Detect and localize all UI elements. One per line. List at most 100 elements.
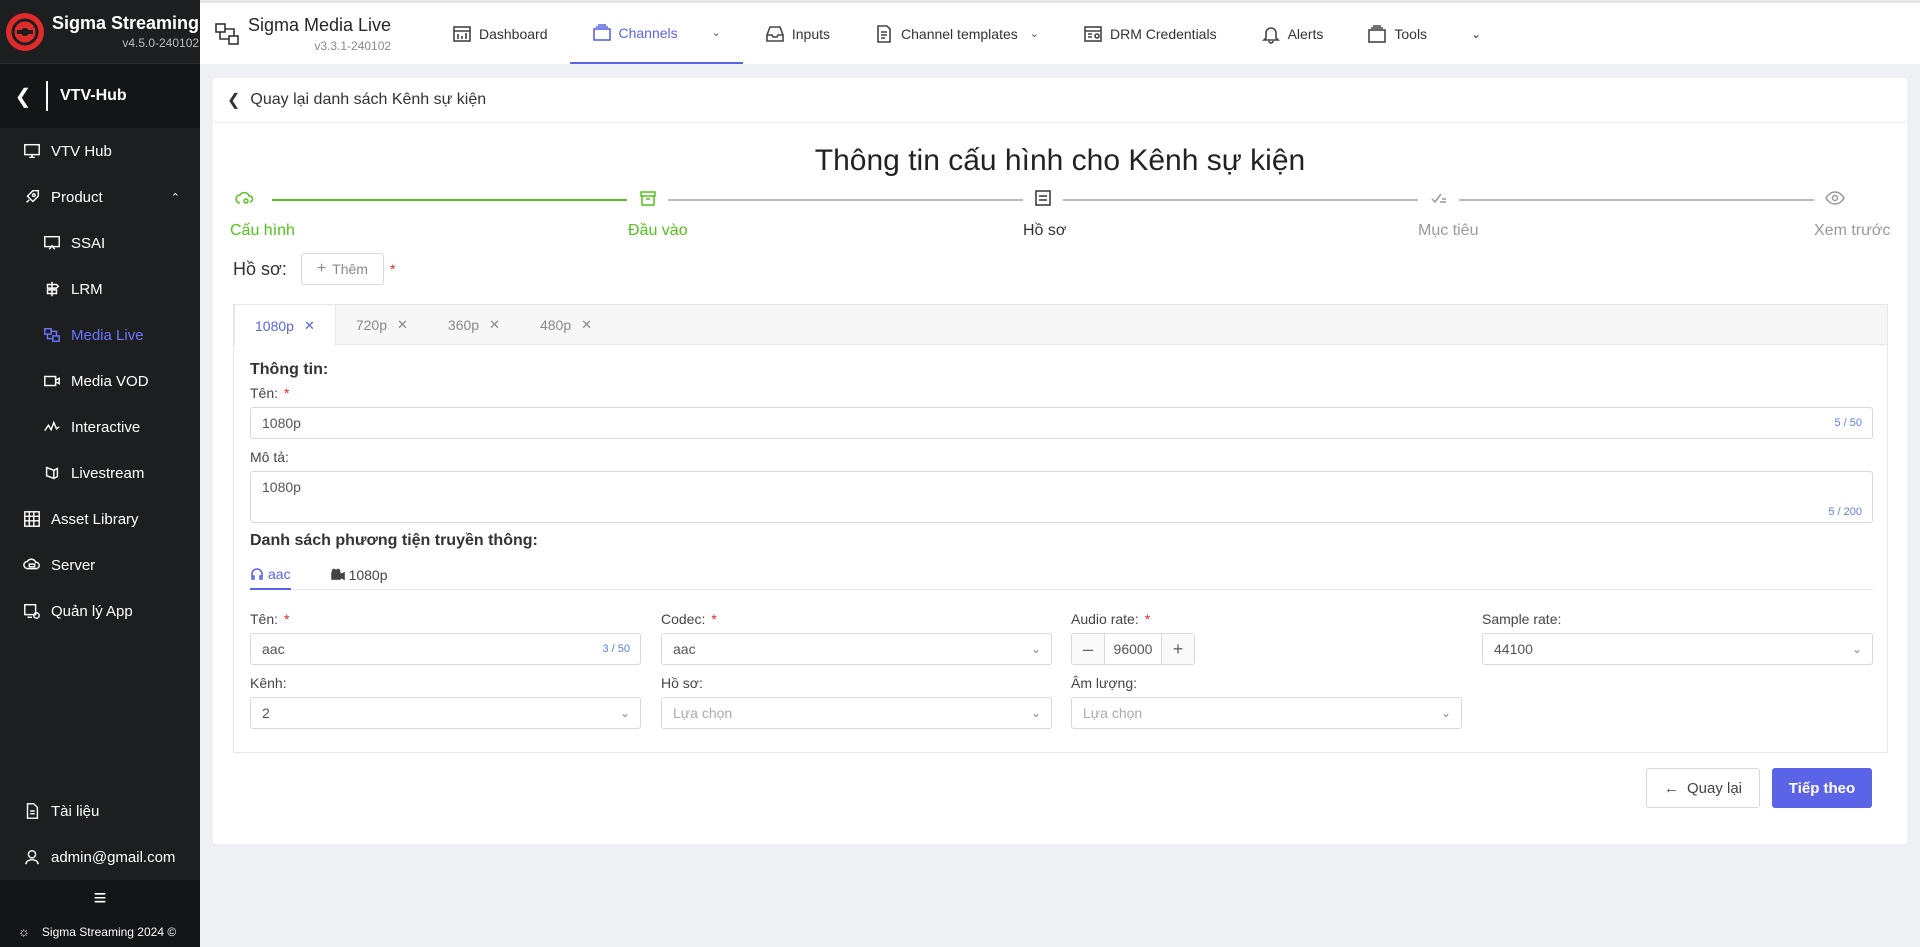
sidebar-item-interactive[interactable]: Interactive — [0, 404, 200, 450]
sidebar-item-asset-library[interactable]: Asset Library — [0, 496, 200, 542]
menu-tools[interactable]: Tools — [1345, 3, 1449, 64]
menu-channel-templates[interactable]: Channel templates ⌄ — [852, 3, 1061, 64]
sidebar-item-label: Product — [51, 188, 103, 206]
sidebar-item-vtv-hub[interactable]: VTV Hub — [0, 128, 200, 174]
grid-icon — [22, 509, 42, 529]
tab-360p[interactable]: 360p ✕ — [428, 305, 520, 345]
page-title: Thông tin cấu hình cho Kênh sự kiện — [814, 144, 1306, 177]
tab-aac[interactable]: aac — [250, 560, 291, 590]
brand-name: Sigma Streaming — [52, 13, 200, 33]
tab-video-1080p[interactable]: 1080p — [330, 560, 388, 590]
sidebar-bottom: Tài liệu admin@gmail.com — [0, 788, 200, 880]
menu-label: Tools — [1394, 25, 1428, 42]
menu-alerts[interactable]: Alerts — [1239, 3, 1346, 64]
rocket-icon — [22, 187, 42, 207]
channel-select[interactable]: 2 ⌄ — [250, 697, 641, 729]
audio-rate-stepper[interactable]: – 96000 + — [1071, 633, 1195, 665]
minus-button[interactable]: – — [1072, 634, 1104, 664]
step-connector — [272, 199, 627, 201]
sidebar-item-server[interactable]: Server — [0, 542, 200, 588]
step-label: Cấu hình — [230, 222, 295, 239]
audio-rate-value[interactable]: 96000 — [1104, 634, 1162, 664]
back-button[interactable]: ← Quay lại — [1646, 768, 1760, 808]
menu-label: Dashboard — [479, 25, 548, 42]
step-connector — [1063, 199, 1418, 201]
menu-more-dropdown[interactable]: ⌄ — [1449, 3, 1503, 64]
sample-rate-select[interactable]: 44100 ⌄ — [1482, 633, 1873, 665]
sidebar-item-lrm[interactable]: LRM — [0, 266, 200, 312]
sidebar-item-media-live[interactable]: Media Live — [0, 312, 200, 358]
sidebar-item-account[interactable]: admin@gmail.com — [0, 834, 200, 880]
collapse-menu-icon[interactable]: ≡ — [0, 880, 200, 916]
menu-inputs[interactable]: Inputs — [743, 3, 852, 64]
sidebar-item-label: admin@gmail.com — [51, 848, 176, 866]
sidebar-item-product[interactable]: Product ⌃ — [0, 174, 200, 220]
add-label: Thêm — [332, 261, 368, 277]
close-icon[interactable]: ✕ — [397, 317, 408, 333]
profile-select[interactable]: Lựa chọn ⌄ — [661, 697, 1052, 729]
back-chevron-icon[interactable]: ❮ — [0, 84, 46, 109]
description-textarea[interactable]: 1080p 5 / 200 — [250, 471, 1873, 523]
sidebar-item-label: SSAI — [71, 234, 106, 252]
char-count: 3 / 50 — [602, 643, 630, 655]
theme-toggle-icon[interactable]: ☼ — [18, 924, 30, 939]
dashboard-icon — [453, 25, 471, 42]
name-label-text: Tên: — [250, 385, 279, 401]
close-icon[interactable]: ✕ — [304, 318, 315, 334]
step-profile-icon — [1033, 188, 1053, 208]
channel-value: 2 — [262, 705, 270, 721]
sidebar-item-media-vod[interactable]: Media VOD — [0, 358, 200, 404]
volume-select[interactable]: Lựa chọn ⌄ — [1071, 697, 1462, 729]
next-button[interactable]: Tiếp theo — [1772, 768, 1872, 808]
add-profile-button[interactable]: + Thêm — [300, 253, 384, 285]
sidebar-item-livestream[interactable]: Livestream — [0, 450, 200, 496]
hoso-label: Hồ sơ: — [661, 675, 703, 691]
menu-dashboard[interactable]: Dashboard — [430, 3, 570, 64]
media-name-input[interactable]: aac 3 / 50 — [250, 633, 641, 665]
config-card: ❮ Quay lại danh sách Kênh sự kiện Thông … — [213, 78, 1907, 844]
menu-label: DRM Credentials — [1109, 25, 1217, 42]
sidebar-item-tai-lieu[interactable]: Tài liệu — [0, 788, 200, 834]
profile-tabs: 1080p ✕ 720p ✕ 360p ✕ 480p ✕ — [234, 305, 1887, 346]
app-settings-icon — [22, 601, 42, 621]
signpost-icon — [42, 279, 62, 299]
profile-placeholder: Lựa chọn — [673, 705, 733, 721]
back-to-list-link[interactable]: ❮ Quay lại danh sách Kênh sự kiện — [213, 78, 1907, 123]
tab-label: 480p — [539, 317, 572, 333]
profile-label: Hồ sơ: — [233, 258, 287, 279]
tab-480p[interactable]: 480p ✕ — [520, 305, 612, 345]
sigma-logo-icon — [6, 12, 44, 51]
codec-select[interactable]: aac ⌄ — [661, 633, 1052, 665]
screen-cast-icon — [42, 233, 62, 253]
menu-label: Channels — [618, 24, 678, 41]
chevron-down-icon: ⌄ — [1030, 642, 1041, 656]
chevron-down-icon: ⌄ — [619, 706, 630, 720]
menu-drm-credentials[interactable]: DRM Credentials — [1061, 3, 1239, 64]
sidebar-footer: ☼ Sigma Streaming 2024 © — [0, 916, 200, 947]
description-value: 1080p — [262, 479, 301, 495]
name-input[interactable]: 1080p 5 / 50 — [250, 407, 1873, 439]
next-button-label: Tiếp theo — [1788, 779, 1856, 797]
tab-1080p[interactable]: 1080p ✕ — [234, 305, 336, 346]
audio-rate-label-text: Audio rate: — [1071, 611, 1139, 627]
arrow-left-icon: ← — [1663, 779, 1679, 797]
tab-label: aac — [268, 566, 291, 582]
chevron-down-icon: ⌄ — [1029, 28, 1039, 40]
plus-button[interactable]: + — [1162, 634, 1194, 664]
close-icon[interactable]: ✕ — [489, 317, 500, 333]
profile-row: Hồ sơ: + Thêm * — [233, 253, 395, 285]
document-icon — [22, 801, 42, 821]
required-asterisk: * — [389, 261, 396, 277]
step-label: Xem trước — [1814, 222, 1891, 239]
chevron-down-icon: ⌄ — [1440, 706, 1451, 720]
sidebar-item-quan-ly-app[interactable]: Quản lý App — [0, 588, 200, 634]
app-version: v3.3.1-240102 — [314, 38, 392, 53]
close-icon[interactable]: ✕ — [581, 317, 592, 333]
channels-icon — [592, 23, 611, 41]
tab-720p[interactable]: 720p ✕ — [336, 305, 428, 345]
sidebar-item-ssai[interactable]: SSAI — [0, 220, 200, 266]
sample-rate-value: 44100 — [1494, 641, 1533, 657]
menu-channels[interactable]: Channels ⌄ — [569, 3, 743, 64]
top-menu: Dashboard Channels ⌄ Inputs Channel temp… — [430, 3, 1503, 64]
hub-header: ❮ VTV-Hub — [0, 64, 200, 128]
